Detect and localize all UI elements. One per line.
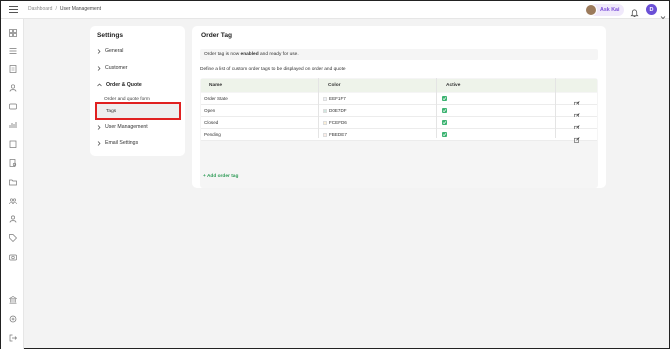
color-code: FBEDE7	[329, 132, 347, 137]
active-checkbox[interactable]	[442, 108, 447, 113]
team-icon[interactable]	[9, 192, 17, 205]
breadcrumb-current: User Management	[59, 6, 101, 12]
table-row: Pending FBEDE7	[201, 129, 597, 143]
tag-color: FCEFD6	[323, 120, 347, 125]
edit-icon[interactable]	[574, 94, 580, 107]
camera-icon[interactable]	[9, 248, 17, 261]
column-divider	[555, 78, 556, 138]
tag-name: Open	[204, 108, 216, 113]
order-tag-table: Name Color Active Order State EEF1F7 Ope…	[200, 78, 598, 188]
settings-item-label: Order & Quote	[106, 82, 142, 88]
dashboard-icon[interactable]	[9, 24, 17, 37]
edit-icon[interactable]	[574, 130, 580, 143]
chat-icon[interactable]	[9, 98, 17, 110]
chevron-up-icon	[97, 83, 102, 87]
color-swatch	[323, 133, 327, 137]
tag-color: EEF1F7	[323, 96, 346, 101]
table-row: Open D0E7DF	[201, 105, 597, 119]
settings-icon[interactable]	[9, 310, 17, 323]
settings-item-label: Customer	[105, 65, 128, 71]
ask-kai-label: Ask Kai	[600, 7, 620, 13]
person-icon[interactable]	[9, 79, 17, 92]
color-swatch	[323, 121, 327, 125]
breadcrumb: Dashboard / User Management	[28, 6, 101, 12]
tag-name: Pending	[204, 132, 221, 137]
page-title: Order Tag	[201, 32, 233, 39]
settings-item-email-settings[interactable]: Email Settings	[97, 140, 138, 146]
color-code: D0E7DF	[329, 108, 347, 113]
add-order-tag-button[interactable]: + Add order tag	[203, 174, 238, 179]
list-icon[interactable]	[9, 42, 17, 54]
kai-avatar	[585, 4, 597, 16]
clipboard-icon[interactable]	[9, 135, 17, 148]
settings-title: Settings	[97, 32, 124, 39]
breadcrumb-separator: /	[55, 6, 57, 12]
breadcrumb-home[interactable]: Dashboard	[28, 6, 52, 12]
enabled-notice: Order tag is now enabled and ready for u…	[200, 49, 598, 60]
notice-status: enabled	[240, 52, 259, 57]
doc-search-icon[interactable]	[9, 154, 17, 167]
chevron-right-icon	[97, 65, 101, 71]
chevron-right-icon	[97, 140, 101, 146]
edit-icon[interactable]	[574, 106, 580, 119]
color-code: FCEFD6	[329, 120, 347, 125]
chevron-right-icon	[97, 124, 101, 130]
chart-icon[interactable]	[9, 116, 17, 128]
order-tag-card: Order Tag Order tag is now enabled and r…	[192, 26, 606, 188]
column-header-color: Color	[328, 83, 341, 88]
edit-icon[interactable]	[574, 118, 580, 131]
ask-kai-button[interactable]: Ask Kai	[585, 4, 625, 16]
icon-rail	[1, 19, 24, 349]
color-code: EEF1F7	[329, 96, 346, 101]
active-checkbox[interactable]	[442, 132, 447, 137]
notice-text-end: and ready for use.	[258, 52, 299, 57]
folder-icon[interactable]	[9, 173, 17, 186]
app-frame: Dashboard / User Management Ask Kai D Se…	[0, 0, 670, 349]
notice-text: Order tag is now	[204, 52, 241, 57]
document-icon[interactable]	[9, 60, 17, 73]
tag-name: Order State	[204, 96, 228, 101]
settings-item-general[interactable]: General	[97, 48, 123, 54]
description: Define a list of custom order tags to be…	[200, 67, 346, 72]
tag-color: FBEDE7	[323, 132, 347, 137]
settings-item-label: Email Settings	[105, 140, 139, 146]
hamburger-menu-icon[interactable]	[9, 6, 18, 14]
bank-icon[interactable]	[8, 291, 18, 304]
tag-color: D0E7DF	[323, 108, 347, 113]
settings-item-order-quote[interactable]: Order & Quote	[97, 82, 142, 88]
table-row: Order State EEF1F7	[201, 93, 597, 107]
active-checkbox[interactable]	[442, 96, 447, 101]
settings-subitem-tags[interactable]: Tags	[95, 102, 181, 120]
active-checkbox[interactable]	[442, 120, 447, 125]
top-bar: Dashboard / User Management Ask Kai D	[1, 1, 669, 20]
column-header-name: Name	[209, 83, 223, 88]
tag-name: Closed	[204, 120, 219, 125]
user-icon[interactable]	[9, 210, 17, 223]
chevron-right-icon	[97, 48, 101, 54]
color-swatch	[323, 97, 327, 101]
table-header: Name Color Active	[201, 79, 597, 92]
column-header-active: Active	[446, 83, 461, 88]
settings-item-label: General	[105, 48, 124, 54]
chevron-down-icon[interactable]	[660, 7, 666, 20]
color-swatch	[323, 109, 327, 113]
user-avatar[interactable]: D	[646, 4, 657, 15]
table-row: Closed FCEFD6	[201, 117, 597, 131]
logout-icon[interactable]	[9, 329, 17, 342]
settings-subitem-tags-label: Tags	[106, 109, 117, 114]
settings-item-label: User Management	[105, 124, 148, 130]
settings-panel: Settings General Customer Order & Quote …	[90, 26, 185, 156]
column-divider	[318, 78, 319, 138]
settings-item-user-management[interactable]: User Management	[97, 124, 148, 130]
bell-icon[interactable]	[630, 5, 639, 17]
column-divider	[436, 78, 437, 138]
tag-icon[interactable]	[9, 229, 17, 242]
settings-item-customer[interactable]: Customer	[97, 65, 128, 71]
